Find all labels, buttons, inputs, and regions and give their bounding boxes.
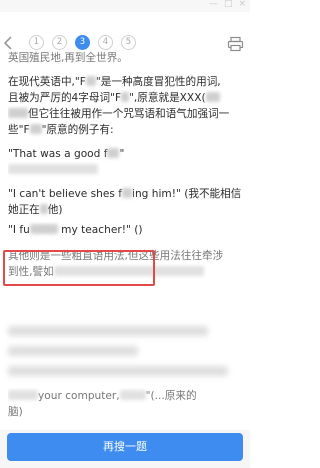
- page-tab-2[interactable]: 2: [52, 35, 67, 50]
- blurred-content: [8, 366, 228, 376]
- blurred-text: [29, 124, 42, 134]
- page-tab-3[interactable]: 3: [75, 35, 90, 50]
- paragraph-line: 些"F "原意的例子有:: [8, 124, 114, 136]
- paragraph-line: 在现代英语中,"F "是一种高度冒犯性的用词,: [8, 76, 221, 88]
- blurred-text: [29, 224, 58, 234]
- back-button[interactable]: [2, 35, 16, 51]
- minimize-icon[interactable]: —: [209, 0, 218, 9]
- close-icon[interactable]: ×: [238, 0, 246, 9]
- blurred-text: [85, 76, 96, 86]
- bottom-bar: 再搜一题: [0, 430, 250, 468]
- blurred-text: [122, 188, 132, 198]
- example-line: "I can't believe shes f ing him!" (我不能相信: [8, 188, 242, 200]
- blurred-text: [119, 390, 146, 400]
- blurred-text: [39, 204, 48, 214]
- blurred-text: [205, 92, 220, 102]
- paragraph-line: 脑): [8, 406, 23, 418]
- blurred-text: [8, 164, 98, 174]
- answer-content-tail: your computer, "(...原来的 脑): [8, 388, 244, 420]
- highlighted-example: "I fu my teacher!" (): [8, 224, 143, 236]
- window-controls: — □ ×: [209, 0, 246, 9]
- paragraph-line: 英国殖民地,再到全世界。: [8, 52, 128, 64]
- page-tab-1[interactable]: 1: [29, 35, 44, 50]
- blurred-content: [8, 346, 138, 356]
- blurred-text: [8, 390, 38, 400]
- blurred-text: [121, 92, 130, 102]
- blurred-text: [8, 108, 28, 118]
- page-tab-5[interactable]: 5: [121, 35, 136, 50]
- page-tab-4[interactable]: 4: [98, 35, 113, 50]
- red-highlight-box: [3, 250, 155, 286]
- blurred-text: [107, 148, 120, 158]
- maximize-icon[interactable]: □: [224, 0, 233, 9]
- paragraph-line: 但它往往被用作一个咒骂语和语气加强词一: [8, 106, 244, 122]
- paragraph-line: [8, 162, 244, 178]
- paragraph-line: 且被为严厉的4字母词"F ",原意就是XXX(: [8, 90, 244, 106]
- search-again-button[interactable]: 再搜一题: [7, 433, 243, 461]
- page-tabs: 1 2 3 4 5: [29, 35, 136, 50]
- example-line: "That was a good f ": [8, 148, 125, 160]
- window-titlebar: — □ ×: [0, 0, 250, 12]
- chevron-left-icon: [3, 36, 12, 50]
- blurred-content: [8, 326, 208, 336]
- example-line: 她正在 他): [8, 204, 63, 216]
- answer-content: 英国殖民地,再到全世界。 在现代英语中,"F "是一种高度冒犯性的用词, 且被为严…: [8, 50, 244, 280]
- paragraph-line: your computer, "(...原来的: [8, 388, 244, 404]
